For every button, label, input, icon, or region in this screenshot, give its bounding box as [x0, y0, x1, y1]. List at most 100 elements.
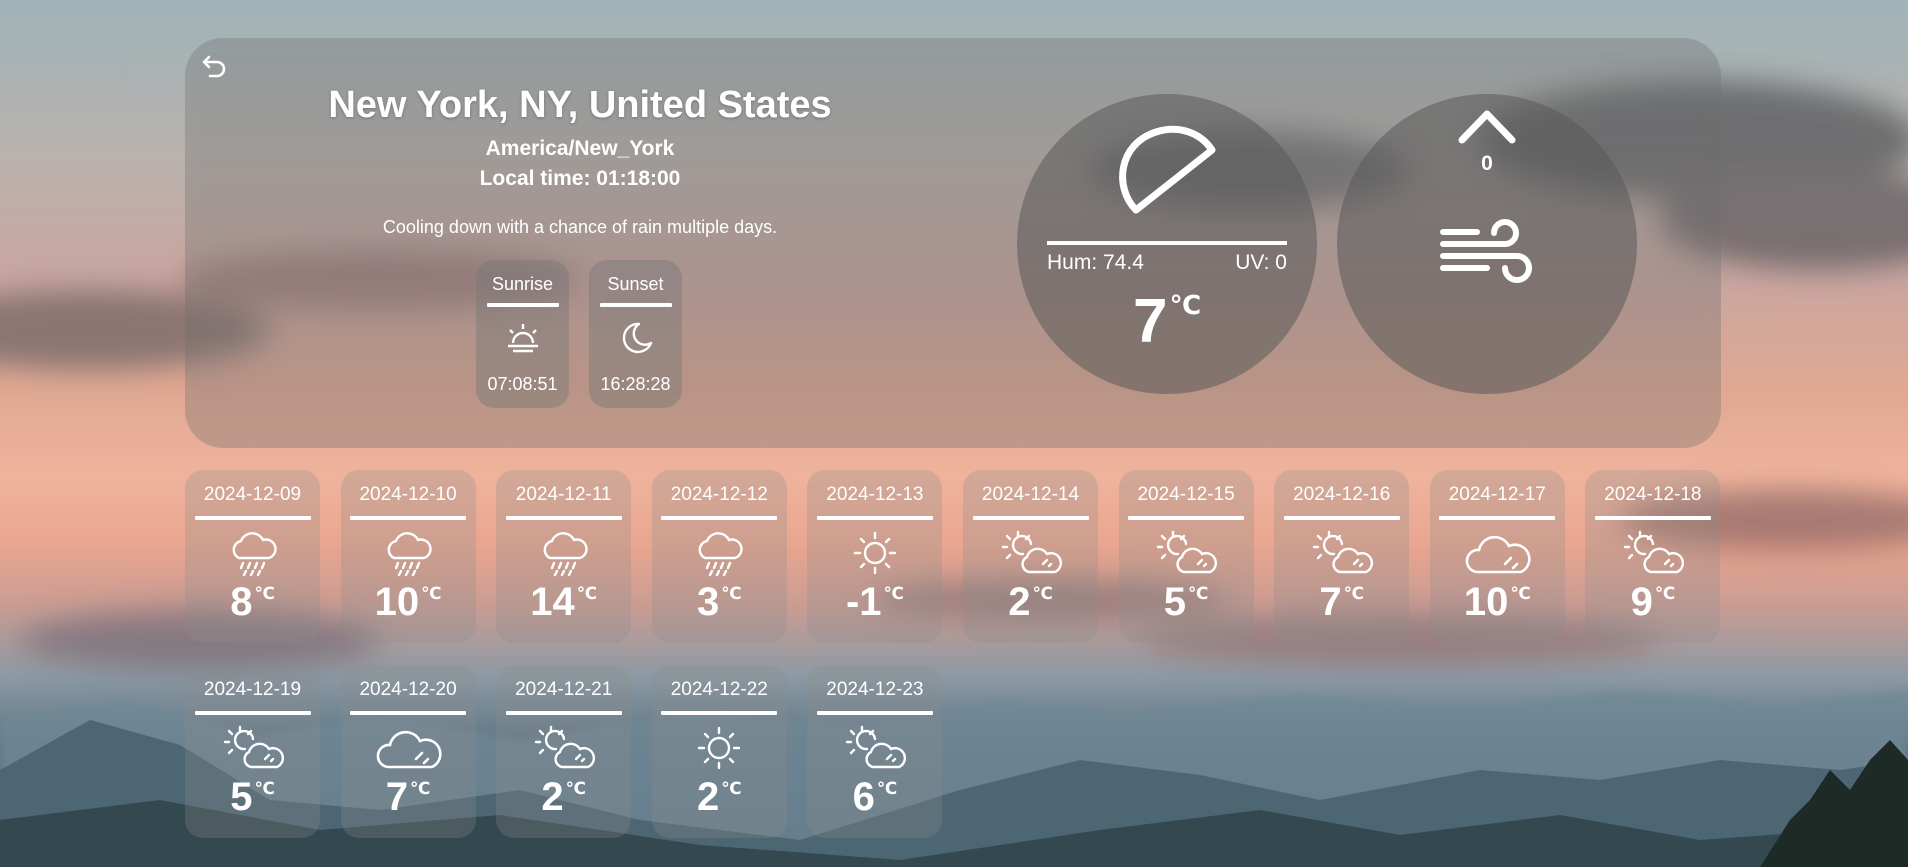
forecast-date: 2024-12-16: [1293, 484, 1391, 505]
forecast-day-card[interactable]: 2024-12-19 5 ℃: [185, 665, 320, 838]
temp-unit: ℃: [721, 778, 742, 798]
forecast-temp-value: 2: [541, 775, 564, 819]
forecast-day-card[interactable]: 2024-12-23 6 ℃: [807, 665, 943, 838]
forecast-day-card[interactable]: 2024-12-10 10 ℃: [340, 470, 476, 643]
forecast-date: 2024-12-11: [515, 484, 612, 505]
temp-unit: ℃: [1343, 583, 1364, 603]
divider: [194, 711, 311, 715]
back-button[interactable]: [200, 52, 230, 82]
rain-icon: [387, 532, 432, 577]
temp-unit: ℃: [421, 583, 442, 603]
current-temp-value: 7: [1132, 287, 1168, 356]
temp-unit: ℃: [410, 778, 431, 798]
forecast-day-card[interactable]: 2024-12-09 8 ℃: [185, 470, 320, 643]
forecast-temp-value: 2: [1008, 580, 1031, 624]
forecast-date: 2024-12-20: [359, 679, 457, 700]
forecast-day-card[interactable]: 2024-12-16 7 ℃: [1274, 470, 1410, 643]
moon-icon: [622, 322, 652, 354]
divider: [599, 303, 672, 307]
forecast-temperature: 3 ℃: [652, 580, 787, 625]
temp-unit: ℃: [1188, 583, 1209, 603]
forecast-temp-value: 6: [852, 775, 875, 819]
wind-icon: [1440, 219, 1532, 283]
divider: [505, 711, 622, 715]
divider: [1047, 241, 1287, 245]
forecast-date: 2024-12-23: [826, 679, 924, 700]
forecast-temp-value: 8: [230, 580, 253, 624]
forecast-day-card[interactable]: 2024-12-15 5 ℃: [1118, 470, 1254, 643]
divider: [1283, 516, 1400, 520]
temp-unit: ℃: [1032, 583, 1053, 603]
forecast-day-card[interactable]: 2024-12-17 10 ℃: [1429, 470, 1565, 643]
forecast-day-card[interactable]: 2024-12-22 2 ℃: [651, 665, 787, 838]
temp-unit: ℃: [721, 583, 742, 603]
forecast-day-card[interactable]: 2024-12-18 9 ℃: [1585, 470, 1721, 643]
partly-cloudy-icon: [1312, 530, 1373, 574]
forecast-temp-value: 9: [1630, 580, 1653, 624]
forecast-temp-value: 14: [530, 580, 575, 624]
divider: [816, 516, 933, 520]
forecast-temperature: 7 ℃: [1274, 580, 1409, 625]
forecast-temperature: -1 ℃: [807, 580, 942, 625]
temp-unit: ℃: [1510, 583, 1531, 603]
divider: [816, 711, 933, 715]
divider: [661, 711, 778, 715]
sunrise-icon: [507, 324, 538, 353]
temp-unit: ℃: [883, 583, 904, 603]
divider: [194, 516, 311, 520]
forecast-temperature: 7 ℃: [341, 775, 476, 820]
uv-index-value: UV: 0: [1235, 251, 1287, 274]
forecast-day-card[interactable]: 2024-12-12 3 ℃: [651, 470, 787, 643]
cloud-icon: [376, 730, 442, 769]
forecast-day-card[interactable]: 2024-12-14 2 ℃: [963, 470, 1098, 643]
current-conditions-circle: Hum: 74.4 UV: 0 7℃: [1017, 94, 1317, 394]
forecast-temperature: 2 ℃: [652, 775, 787, 820]
forecast-temperature: 10 ℃: [341, 580, 476, 625]
wind-circle: 0: [1337, 94, 1637, 394]
cloud-icon: [1465, 535, 1531, 574]
forecast-temperature: 6 ℃: [807, 775, 942, 820]
rain-icon: [232, 532, 277, 577]
half-moon-icon: [1119, 125, 1216, 214]
forecast-date: 2024-12-14: [981, 484, 1080, 505]
temp-unit: ℃: [576, 583, 598, 603]
forecast-temp-value: 10: [1463, 580, 1509, 624]
forecast-date: 2024-12-13: [826, 484, 924, 505]
temp-unit: ℃: [565, 778, 586, 798]
divider: [486, 303, 559, 307]
forecast-temp-value: 7: [1319, 580, 1342, 624]
sunset-time: 16:28:28: [600, 374, 671, 394]
forecast-day-card[interactable]: 2024-12-21 2 ℃: [496, 665, 632, 838]
sunrise-label: Sunrise: [491, 274, 554, 294]
divider: [972, 516, 1089, 520]
forecast-day-card[interactable]: 2024-12-11 14 ℃: [496, 470, 632, 643]
sunrise-card: Sunrise 07:08:51: [476, 260, 569, 408]
partly-cloudy-icon: [534, 725, 595, 769]
forecast-date: 2024-12-15: [1137, 484, 1235, 505]
forecast-temperature: 9 ℃: [1585, 580, 1720, 625]
divider: [1594, 516, 1711, 520]
temp-unit: ℃: [1654, 583, 1676, 603]
forecast-day-card[interactable]: 2024-12-13 -1 ℃: [807, 470, 943, 643]
local-time-label: Local time: 01:18:00: [479, 167, 681, 190]
partly-cloudy-icon: [845, 725, 906, 769]
temp-unit: ℃: [876, 778, 898, 798]
forecast-temperature: 10 ℃: [1430, 580, 1565, 625]
forecast-temperature: 14 ℃: [496, 580, 631, 625]
divider: [1128, 516, 1245, 520]
sunrise-time: 07:08:51: [487, 374, 558, 394]
divider: [1439, 516, 1556, 520]
forecast-temperature: 2 ℃: [496, 775, 631, 820]
rain-icon: [543, 532, 588, 577]
forecast-day-card[interactable]: 2024-12-20 7 ℃: [340, 665, 476, 838]
temp-unit: ℃: [1169, 289, 1201, 320]
forecast-summary: Cooling down with a chance of rain multi…: [382, 217, 778, 237]
forecast-date: 2024-12-18: [1604, 484, 1702, 505]
forecast-temperature: 2 ℃: [963, 580, 1098, 625]
timezone-label: America/New_York: [485, 137, 675, 160]
forecast-date: 2024-12-22: [670, 679, 768, 700]
forecast-temperature: 8 ℃: [185, 580, 320, 625]
forecast-temperature: 5 ℃: [185, 775, 320, 820]
forecast-date: 2024-12-17: [1448, 484, 1546, 505]
rain-icon: [698, 532, 743, 577]
